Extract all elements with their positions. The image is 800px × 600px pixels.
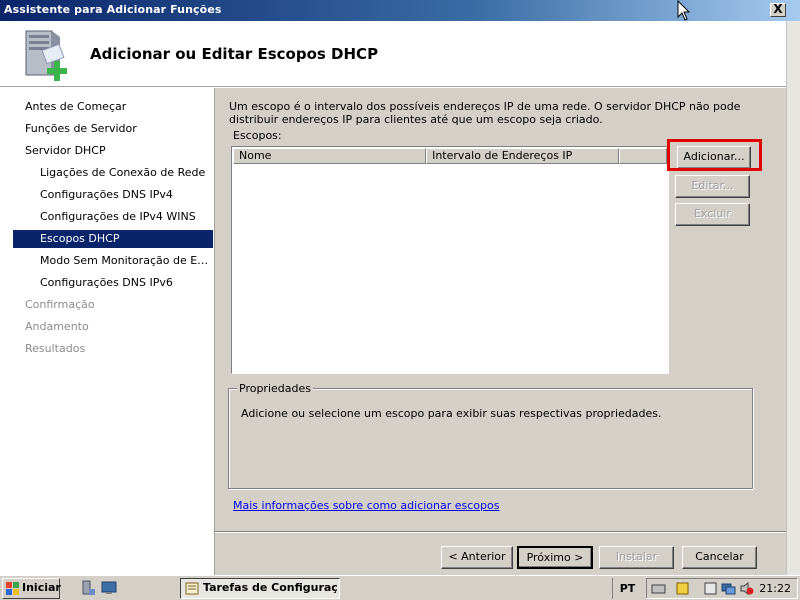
server-add-icon <box>25 30 67 81</box>
sidebar-item-stateless-mode[interactable]: Modo Sem Monitoração de Est... <box>13 252 213 270</box>
wizard-header: Adicionar ou Editar Escopos DHCP <box>0 21 786 87</box>
sidebar-item-progress: Andamento <box>25 320 89 333</box>
column-header-extra[interactable] <box>619 148 667 164</box>
window-title: Assistente para Adicionar Funções <box>4 3 222 16</box>
network-icon[interactable] <box>721 581 736 596</box>
close-button[interactable]: X <box>770 3 786 17</box>
next-button[interactable]: Próximo > <box>517 546 593 569</box>
wizard-steps-sidebar: Antes de Começar Funções de Servidor Ser… <box>0 88 214 575</box>
scopes-list[interactable]: Nome Intervalo de Endereços IP <box>231 146 669 374</box>
task-label: Tarefas de Configuraç... <box>203 581 340 594</box>
keyboard-icon[interactable] <box>651 581 666 596</box>
more-info-link[interactable]: Mais informações sobre como adicionar es… <box>233 499 499 512</box>
scopes-list-header: Nome Intervalo de Endereços IP <box>233 148 667 164</box>
system-tray: 21:22 <box>646 578 798 599</box>
sidebar-item-results: Resultados <box>25 342 86 355</box>
properties-group: Propriedades Adicione ou selecione um es… <box>228 382 753 489</box>
install-button[interactable]: Instalar <box>599 546 674 569</box>
configuration-tasks-icon <box>185 582 199 595</box>
server-manager-icon[interactable] <box>80 580 96 596</box>
footer-divider <box>215 531 787 533</box>
page-description: Um escopo é o intervalo dos possíveis en… <box>229 100 741 126</box>
sidebar-item-ipv4-wins[interactable]: Configurações de IPv4 WINS <box>13 208 213 226</box>
cancel-button[interactable]: Cancelar <box>682 546 757 569</box>
show-desktop-icon[interactable] <box>101 580 117 596</box>
edit-scope-button[interactable]: Editar... <box>675 175 750 198</box>
properties-text: Adicione ou selecione um escopo para exi… <box>241 407 662 420</box>
scopes-label: Escopos: <box>233 129 282 142</box>
windows-flag-icon <box>6 582 19 595</box>
sidebar-item-network-bindings[interactable]: Ligações de Conexão de Rede <box>13 164 213 182</box>
column-header-name[interactable]: Nome <box>233 148 427 164</box>
sidebar-item-ipv4-dns[interactable]: Configurações DNS IPv4 <box>13 186 213 204</box>
volume-muted-icon[interactable] <box>739 581 754 596</box>
taskbar-item-configuration-tasks[interactable]: Tarefas de Configuraç... <box>180 578 340 599</box>
sidebar-item-dhcp-scopes[interactable]: Escopos DHCP <box>13 230 213 248</box>
add-roles-wizard-window: Assistente para Adicionar Funções X Adic… <box>0 0 800 575</box>
vertical-scrollbar[interactable] <box>786 21 800 575</box>
sidebar-item-server-roles[interactable]: Funções de Servidor <box>13 120 213 138</box>
back-button[interactable]: < Anterior <box>441 546 513 569</box>
delete-scope-button[interactable]: Excluir <box>675 203 750 226</box>
sidebar-item-confirmation: Confirmação <box>25 298 95 311</box>
language-indicator[interactable]: PT <box>612 578 642 599</box>
page-title: Adicionar ou Editar Escopos DHCP <box>90 45 379 63</box>
taskbar: Iniciar Tarefas de Configuraç... PT 21:2… <box>0 575 800 600</box>
sidebar-item-dhcp-server[interactable]: Servidor DHCP <box>13 142 213 160</box>
security-icon[interactable] <box>703 581 718 596</box>
sidebar-item-ipv6-dns[interactable]: Configurações DNS IPv6 <box>13 274 213 292</box>
highlight-box <box>667 139 762 171</box>
sidebar-item-before-you-begin[interactable]: Antes de Começar <box>13 98 213 116</box>
notification-icon[interactable] <box>675 581 690 596</box>
start-button[interactable]: Iniciar <box>2 578 61 599</box>
mouse-pointer-icon <box>677 0 691 21</box>
clock: 21:22 <box>759 582 791 595</box>
start-label: Iniciar <box>22 581 61 594</box>
column-header-ip-range[interactable]: Intervalo de Endereços IP <box>426 148 620 164</box>
properties-legend: Propriedades <box>237 382 313 395</box>
wizard-content: Um escopo é o intervalo dos possíveis en… <box>214 88 787 575</box>
